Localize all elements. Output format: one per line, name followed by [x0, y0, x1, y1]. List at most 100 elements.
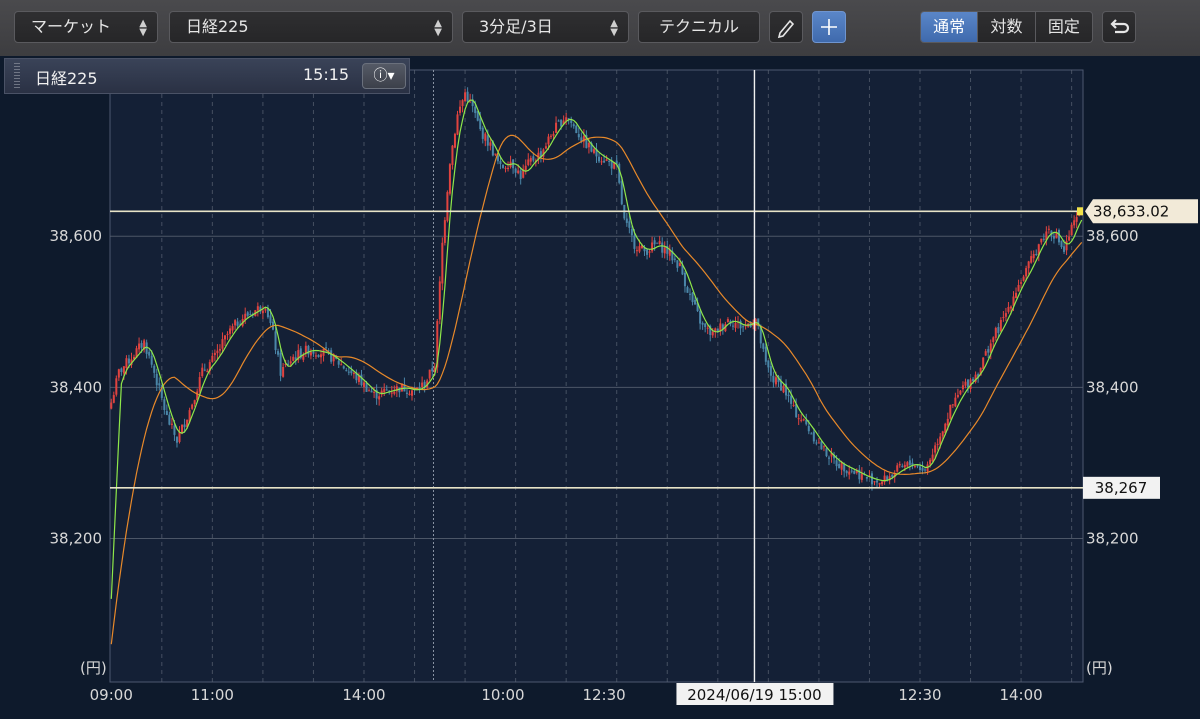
candle-body: [646, 249, 649, 255]
candle-body: [577, 134, 580, 138]
candle-body: [726, 319, 729, 323]
candle-body: [949, 404, 952, 419]
return-arrow-icon[interactable]: [1102, 11, 1136, 43]
candle-body: [694, 299, 697, 305]
y-tick-label-right: 38,400: [1086, 378, 1139, 396]
candle-body: [651, 242, 654, 252]
candle-body: [390, 392, 393, 394]
candle-body: [459, 106, 462, 113]
candle-body: [661, 242, 664, 253]
candle-body: [524, 165, 527, 171]
candle-body: [982, 357, 985, 369]
candle-body: [1040, 238, 1043, 243]
candle-body: [489, 142, 492, 146]
candle-body: [466, 91, 469, 102]
candle-body: [1060, 240, 1063, 248]
x-tick-label: 14:00: [342, 686, 385, 704]
candle-body: [201, 367, 204, 377]
candle-body: [431, 368, 434, 372]
candle-body: [850, 470, 853, 472]
candle-body: [924, 469, 927, 471]
candle-body: [1002, 316, 1005, 319]
candle-body: [365, 382, 368, 392]
candle-body: [304, 345, 307, 354]
drag-handle[interactable]: [14, 63, 20, 89]
candle-body: [1035, 254, 1038, 256]
y-tick-label-right: 38,200: [1086, 529, 1139, 547]
candle-body: [183, 424, 186, 428]
candle-body: [994, 327, 997, 338]
plus-icon[interactable]: [812, 11, 846, 43]
info-panel[interactable]: 日経225 15:15 ⓘ▾: [4, 58, 410, 94]
candle-body: [870, 473, 873, 485]
candle-body: [145, 342, 148, 354]
candlestick-chart[interactable]: 38,633.02 38,267 (円) (円) 38,200 38,200 38,4…: [0, 56, 1200, 719]
candle-body: [481, 127, 484, 139]
candle-body: [961, 385, 964, 390]
candle-body: [461, 100, 464, 107]
candle-body: [966, 379, 970, 388]
candle-body: [486, 135, 489, 146]
candle-body: [451, 145, 454, 165]
info-symbol: 日経225: [35, 69, 98, 88]
y-tick-label-left: 38,200: [50, 529, 103, 547]
candle-body: [1032, 254, 1035, 259]
candle-body: [1004, 313, 1007, 317]
candle-body: [127, 358, 130, 364]
candle-body: [120, 368, 123, 373]
pencil-icon[interactable]: [769, 11, 803, 43]
candle-body: [608, 160, 611, 162]
candle-body: [688, 293, 692, 295]
candle-body: [229, 328, 232, 334]
scale-mode-normal[interactable]: 通常: [921, 12, 978, 42]
candle-body: [438, 281, 441, 320]
scale-mode-fixed[interactable]: 固定: [1034, 12, 1092, 42]
symbol-select[interactable]: 日経225 ▲ ▼: [169, 11, 453, 43]
scale-mode-log[interactable]: 対数: [977, 12, 1035, 42]
candle-body: [964, 381, 967, 386]
candle-body: [592, 149, 595, 153]
candle-body: [620, 181, 623, 205]
candle-body: [1065, 240, 1068, 251]
candle-body: [1030, 256, 1033, 263]
candle-body: [292, 356, 295, 361]
candle-body: [218, 348, 221, 351]
candle-body: [658, 241, 661, 245]
technical-button[interactable]: テクニカル: [638, 11, 760, 43]
info-icon[interactable]: ⓘ▾: [362, 63, 406, 89]
candle-body: [908, 460, 911, 465]
candle-body: [772, 375, 775, 383]
candle-body: [815, 442, 818, 444]
candle-body: [405, 392, 408, 394]
candle-body: [1025, 268, 1028, 277]
candle-body: [774, 377, 777, 385]
symbol-select-label: 日経225: [186, 17, 249, 36]
candle-body: [517, 170, 520, 174]
candle-body: [906, 462, 909, 467]
candle-body: [881, 481, 884, 485]
candle-body: [625, 218, 628, 223]
candle-body: [800, 419, 803, 421]
candle-body: [532, 156, 535, 161]
candle-body: [605, 159, 608, 161]
candle-body: [446, 192, 449, 221]
interval-select[interactable]: 3分足/3日 ▲ ▼: [462, 11, 629, 43]
candle-body: [289, 361, 292, 364]
candle-body: [544, 146, 547, 149]
candle-body: [1027, 261, 1030, 269]
candle-body: [656, 242, 659, 244]
candle-body: [876, 480, 879, 483]
candle-body: [802, 419, 805, 421]
market-select[interactable]: マーケット ▲ ▼: [14, 11, 158, 43]
candle-body: [701, 322, 704, 325]
candle-body: [630, 229, 633, 236]
candle-body: [514, 168, 517, 173]
candle-body: [519, 170, 522, 180]
candle-body: [997, 327, 1000, 333]
candle-body: [663, 247, 666, 254]
candle-body: [984, 351, 987, 356]
candle-body: [820, 441, 823, 450]
candle-body: [873, 481, 876, 483]
candle-body: [992, 337, 995, 342]
candle-body: [165, 411, 168, 416]
